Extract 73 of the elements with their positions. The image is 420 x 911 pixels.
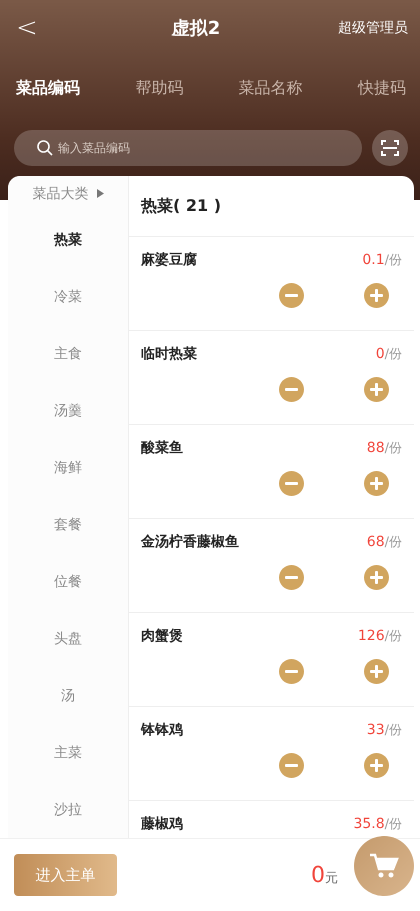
dish-name: 肉蟹煲 bbox=[141, 627, 183, 645]
decrease-button[interactable] bbox=[279, 565, 304, 590]
price-unit: /份 bbox=[384, 723, 402, 738]
plus-icon bbox=[370, 383, 383, 396]
category-item[interactable]: 冷菜 bbox=[44, 268, 92, 325]
increase-button[interactable] bbox=[364, 471, 389, 496]
dish-price: 0.1 bbox=[362, 252, 385, 268]
scan-button[interactable] bbox=[372, 130, 408, 166]
dish-price: 88 bbox=[366, 440, 385, 456]
total-amount: 0 bbox=[311, 862, 325, 888]
search-mode-tab[interactable]: 菜品名称 bbox=[238, 78, 303, 98]
price-unit: /份 bbox=[384, 253, 402, 268]
list-heading: 热菜( 21 ) bbox=[129, 176, 414, 237]
minus-icon bbox=[285, 670, 298, 673]
dish-name: 临时热菜 bbox=[141, 345, 197, 363]
dish-name: 金汤柠香藤椒鱼 bbox=[141, 533, 239, 551]
dish-price: 35.8 bbox=[353, 816, 385, 832]
enter-order-button[interactable]: 进入主单 bbox=[14, 854, 117, 896]
minus-icon bbox=[285, 764, 298, 767]
decrease-button[interactable] bbox=[279, 283, 304, 308]
decrease-button[interactable] bbox=[279, 471, 304, 496]
price-unit: /份 bbox=[384, 629, 402, 644]
category-item[interactable]: 头盘 bbox=[44, 610, 92, 667]
decrease-button[interactable] bbox=[279, 377, 304, 402]
category-item[interactable]: 主菜 bbox=[44, 724, 92, 781]
scan-icon bbox=[380, 139, 400, 157]
search-mode-tab[interactable]: 菜品编码 bbox=[16, 78, 80, 98]
category-item[interactable]: 套餐 bbox=[44, 496, 92, 553]
category-heading: 菜品大类 bbox=[32, 184, 88, 202]
dish-price: 0 bbox=[376, 346, 385, 362]
category-item[interactable]: 汤 bbox=[51, 667, 85, 724]
currency-label: 元 bbox=[325, 870, 338, 886]
caret-icon bbox=[96, 189, 104, 198]
dish-price: 33 bbox=[366, 722, 385, 738]
category-item[interactable]: 热菜 bbox=[44, 211, 92, 268]
dish-price: 126 bbox=[358, 628, 385, 644]
category-item[interactable]: 位餐 bbox=[44, 553, 92, 610]
minus-icon bbox=[285, 576, 298, 579]
decrease-button[interactable] bbox=[279, 659, 304, 684]
minus-icon bbox=[285, 482, 298, 485]
price-unit: /份 bbox=[384, 535, 402, 550]
plus-icon bbox=[370, 665, 383, 678]
search-icon bbox=[36, 139, 54, 157]
dish-name: 麻婆豆腐 bbox=[141, 251, 197, 269]
minus-icon bbox=[285, 388, 298, 391]
category-item[interactable]: 沙拉 bbox=[44, 781, 92, 838]
plus-icon bbox=[370, 571, 383, 584]
plus-icon bbox=[370, 759, 383, 772]
increase-button[interactable] bbox=[364, 283, 389, 308]
decrease-button[interactable] bbox=[279, 753, 304, 778]
plus-icon bbox=[370, 477, 383, 490]
increase-button[interactable] bbox=[364, 753, 389, 778]
minus-icon bbox=[285, 294, 298, 297]
search-mode-tab[interactable]: 帮助码 bbox=[135, 78, 184, 98]
search-mode-tab[interactable]: 快捷码 bbox=[358, 78, 406, 98]
increase-button[interactable] bbox=[364, 565, 389, 590]
price-unit: /份 bbox=[384, 441, 402, 456]
back-button[interactable]: < bbox=[16, 13, 76, 43]
user-role: 超级管理员 bbox=[337, 19, 408, 37]
category-item[interactable]: 海鲜 bbox=[44, 439, 92, 496]
dish-price: 68 bbox=[366, 534, 385, 550]
page-title: 虚拟2 bbox=[170, 17, 222, 40]
dish-name: 酸菜鱼 bbox=[141, 439, 183, 457]
increase-button[interactable] bbox=[364, 377, 389, 402]
dish-name: 钵钵鸡 bbox=[141, 721, 183, 739]
increase-button[interactable] bbox=[364, 659, 389, 684]
category-item[interactable]: 汤羹 bbox=[44, 382, 92, 439]
price-unit: /份 bbox=[384, 347, 402, 362]
price-unit: /份 bbox=[384, 817, 402, 832]
plus-icon bbox=[370, 289, 383, 302]
cart-icon bbox=[369, 852, 399, 880]
category-item[interactable]: 主食 bbox=[44, 325, 92, 382]
dish-name: 藤椒鸡 bbox=[141, 815, 183, 833]
